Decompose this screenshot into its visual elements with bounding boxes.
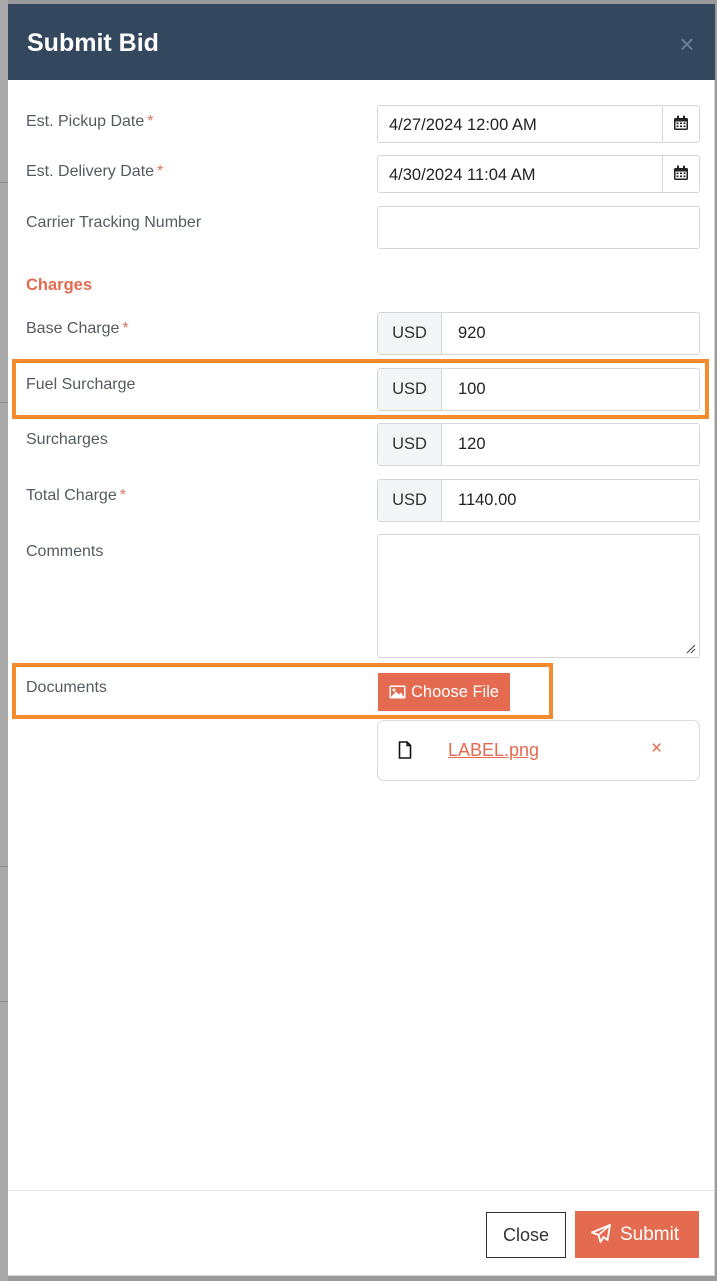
pickup-date-picker-button[interactable] bbox=[662, 106, 699, 142]
fuel-surcharge-input[interactable]: USD 100 bbox=[377, 368, 700, 411]
total-charge-label: Total Charge * bbox=[26, 487, 126, 504]
tracking-number-input[interactable] bbox=[377, 206, 700, 249]
footer-divider bbox=[8, 1190, 715, 1191]
required-marker: * bbox=[122, 320, 129, 337]
fuel-surcharge-value[interactable]: 100 bbox=[458, 369, 486, 410]
delivery-date-value[interactable]: 4/30/2024 11:04 AM bbox=[389, 165, 535, 185]
comments-label: Comments bbox=[26, 543, 104, 560]
modal-close-icon[interactable]: × bbox=[676, 31, 698, 57]
delivery-date-picker-button[interactable] bbox=[662, 156, 699, 192]
pickup-date-field[interactable]: 4/27/2024 12:00 AM bbox=[377, 105, 700, 143]
file-icon bbox=[398, 741, 412, 759]
backdrop bbox=[0, 0, 8, 1281]
attached-file-card: LABEL.png × bbox=[377, 720, 700, 781]
remove-file-icon[interactable]: × bbox=[651, 738, 662, 760]
base-charge-value[interactable]: 920 bbox=[458, 313, 486, 354]
required-marker: * bbox=[119, 487, 126, 504]
resize-grip-icon[interactable] bbox=[686, 644, 696, 654]
pickup-date-label: Est. Pickup Date * bbox=[26, 113, 154, 130]
choose-file-label: Choose File bbox=[411, 683, 500, 701]
calendar-icon bbox=[674, 165, 688, 180]
attached-file-link[interactable]: LABEL.png bbox=[448, 740, 539, 761]
currency-addon: USD bbox=[378, 480, 442, 521]
charges-heading: Charges bbox=[26, 276, 93, 294]
base-charge-input[interactable]: USD 920 bbox=[377, 312, 700, 355]
surcharges-input[interactable]: USD 120 bbox=[377, 423, 700, 466]
choose-file-button[interactable]: Choose File bbox=[378, 673, 510, 711]
modal-header: Submit Bid × bbox=[8, 4, 715, 80]
surcharges-label: Surcharges bbox=[26, 431, 108, 448]
currency-addon: USD bbox=[378, 313, 442, 354]
currency-addon: USD bbox=[378, 369, 442, 410]
comments-textarea[interactable] bbox=[377, 534, 700, 658]
delivery-date-label: Est. Delivery Date * bbox=[26, 163, 164, 180]
submit-label: Submit bbox=[620, 1224, 680, 1245]
delivery-date-field[interactable]: 4/30/2024 11:04 AM bbox=[377, 155, 700, 193]
paper-plane-icon bbox=[591, 1224, 611, 1243]
pickup-date-value[interactable]: 4/27/2024 12:00 AM bbox=[389, 115, 537, 135]
submit-bid-modal: Submit Bid × Est. Pickup Date * 4/27/2024… bbox=[8, 4, 715, 1276]
calendar-icon bbox=[674, 115, 688, 130]
image-icon bbox=[389, 685, 406, 699]
currency-addon: USD bbox=[378, 424, 442, 465]
modal-title: Submit Bid bbox=[27, 29, 159, 57]
total-charge-value[interactable]: 1140.00 bbox=[458, 480, 516, 521]
required-marker: * bbox=[157, 163, 164, 180]
surcharges-value[interactable]: 120 bbox=[458, 424, 486, 465]
fuel-surcharge-label: Fuel Surcharge bbox=[26, 376, 136, 393]
total-charge-input[interactable]: USD 1140.00 bbox=[377, 479, 700, 522]
close-button[interactable]: Close bbox=[486, 1212, 566, 1258]
tracking-number-label: Carrier Tracking Number bbox=[26, 214, 202, 231]
required-marker: * bbox=[147, 113, 154, 130]
base-charge-label: Base Charge * bbox=[26, 320, 129, 337]
submit-button[interactable]: Submit bbox=[575, 1211, 699, 1258]
documents-label: Documents bbox=[26, 679, 107, 696]
